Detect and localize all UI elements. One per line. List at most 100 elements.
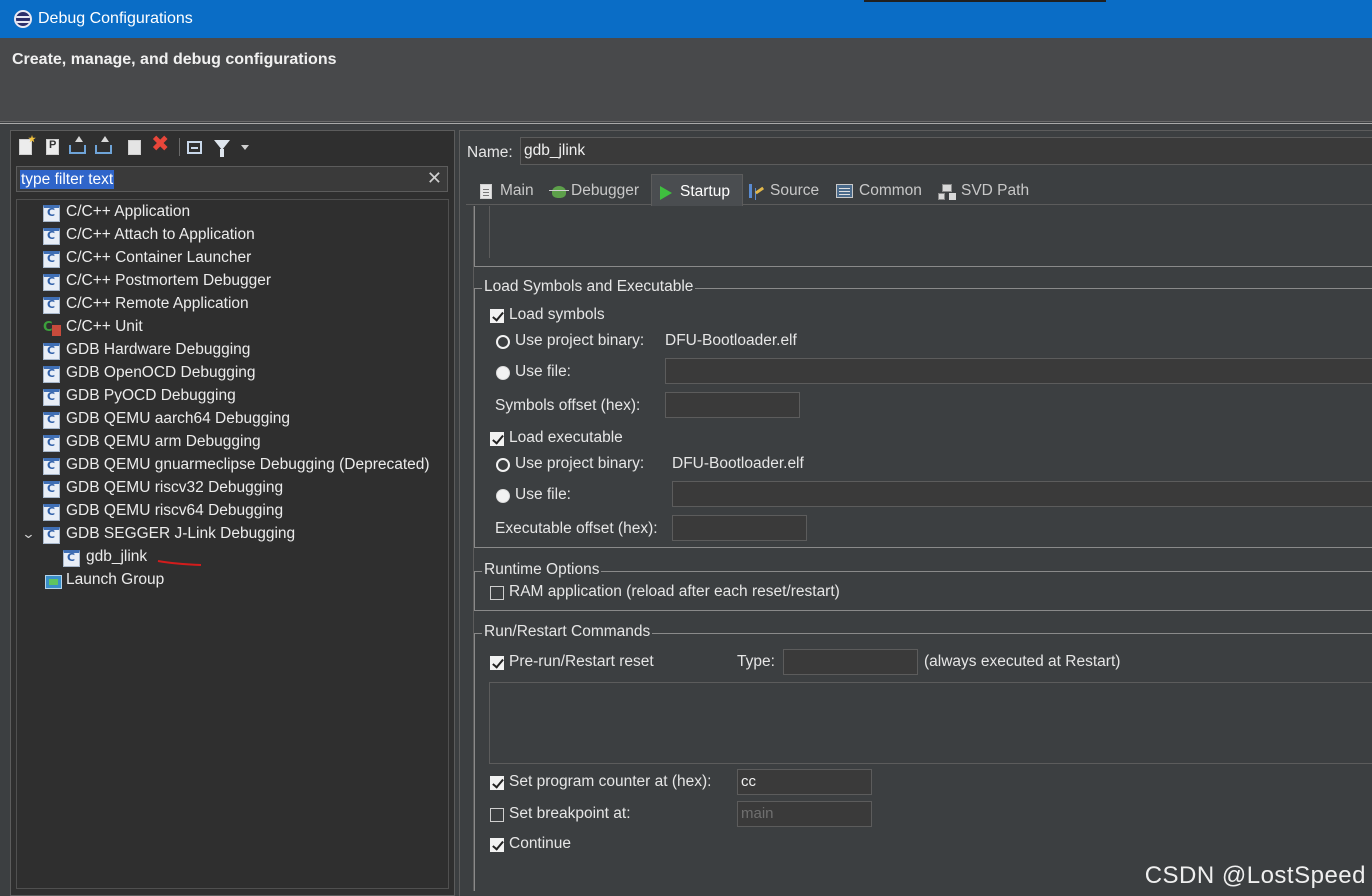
tree-item-label: GDB PyOCD Debugging: [66, 387, 236, 404]
tree-item-label: GDB SEGGER J-Link Debugging: [66, 525, 296, 542]
c-launch-icon: [43, 297, 60, 314]
init-commands-text[interactable]: [489, 206, 1372, 258]
tab-label: SVD Path: [961, 182, 1030, 199]
new-configuration-icon[interactable]: [19, 139, 32, 155]
tree-item-label: GDB QEMU riscv32 Debugging: [66, 479, 284, 496]
field-value: cc: [741, 773, 756, 790]
tree-item[interactable]: GDB QEMU aarch64 Debugging: [17, 409, 447, 432]
bug-icon: [549, 186, 569, 198]
reset-type-note: (always executed at Restart): [924, 653, 1121, 670]
c-unit-icon: C: [43, 320, 61, 337]
c-launch-icon: [43, 527, 60, 544]
toolbar-separator: [179, 138, 180, 156]
set-program-counter-checkbox[interactable]: [490, 776, 504, 790]
tab-main[interactable]: Main: [470, 174, 540, 206]
load-executable-checkbox[interactable]: [490, 432, 504, 446]
tab-label: Main: [500, 182, 534, 199]
breakpoint-field[interactable]: main: [737, 801, 872, 827]
load-symbols-checkbox[interactable]: [490, 309, 504, 323]
tree-item[interactable]: GDB QEMU riscv32 Debugging: [17, 478, 447, 501]
symbols-project-binary-radio[interactable]: [496, 335, 510, 349]
c-launch-icon: [43, 366, 60, 383]
tree-item[interactable]: Launch Group: [17, 570, 447, 593]
svd-icon: [938, 184, 954, 200]
common-icon: [836, 184, 853, 198]
tab-label: Source: [770, 182, 820, 199]
chevron-down-icon[interactable]: ⌄: [21, 526, 35, 542]
tree-item-label: GDB QEMU gnuarmeclipse Debugging (Deprec…: [66, 456, 430, 473]
tab-debugger[interactable]: Debugger: [544, 174, 648, 206]
new-prototype-icon[interactable]: [46, 139, 59, 155]
tree-item-gdb-jlink[interactable]: gdb_jlink: [17, 547, 447, 570]
filter-input[interactable]: type filter text ✕: [16, 166, 448, 192]
tab-common[interactable]: Common: [831, 174, 929, 206]
tree-item[interactable]: C C/C++ Unit: [17, 317, 447, 340]
pre-run-reset-checkbox[interactable]: [490, 656, 504, 670]
executable-project-binary-radio[interactable]: [496, 458, 510, 472]
continue-checkbox[interactable]: [490, 838, 504, 852]
set-breakpoint-checkbox[interactable]: [490, 808, 504, 822]
tree-item[interactable]: GDB QEMU riscv64 Debugging: [17, 501, 447, 524]
executable-offset-field[interactable]: [672, 515, 807, 541]
c-launch-icon: [43, 228, 60, 245]
executable-file-field[interactable]: [672, 481, 1372, 507]
tree-item[interactable]: GDB PyOCD Debugging: [17, 386, 447, 409]
group-title: Run/Restart Commands: [482, 623, 653, 641]
c-launch-icon: [43, 504, 60, 521]
filter-menu-chevron-down-icon[interactable]: [241, 145, 249, 150]
import-icon[interactable]: [95, 136, 112, 154]
program-counter-field[interactable]: cc: [737, 769, 872, 795]
symbols-offset-field[interactable]: [665, 392, 800, 418]
duplicate-icon[interactable]: [124, 136, 141, 155]
tab-label: Common: [859, 182, 922, 199]
c-launch-icon: [43, 251, 60, 268]
symbols-file-field[interactable]: [665, 358, 1372, 384]
launch-group-icon: [45, 575, 62, 589]
launch-config-panel: ✖ type filter text ✕ C/C++ Application C…: [10, 130, 455, 896]
filter-text: type filter text: [20, 170, 115, 189]
c-launch-icon: [43, 458, 60, 475]
symbols-use-file-radio[interactable]: [496, 366, 510, 380]
ram-application-checkbox[interactable]: [490, 586, 504, 600]
tree-item-label: GDB Hardware Debugging: [66, 341, 251, 358]
tree-item[interactable]: GDB QEMU gnuarmeclipse Debugging (Deprec…: [17, 455, 447, 478]
tree-item[interactable]: GDB OpenOCD Debugging: [17, 363, 447, 386]
filter-icon[interactable]: [214, 140, 230, 157]
tree-item[interactable]: C/C++ Container Launcher: [17, 248, 447, 271]
tree-item-label: Launch Group: [66, 571, 165, 588]
executable-use-file-radio[interactable]: [496, 489, 510, 503]
executable-project-binary-value: DFU-Bootloader.elf: [672, 455, 804, 472]
header-separator: [0, 123, 1372, 124]
tree-item[interactable]: C/C++ Postmortem Debugger: [17, 271, 447, 294]
tree-item[interactable]: GDB QEMU arm Debugging: [17, 432, 447, 455]
tree-item[interactable]: GDB Hardware Debugging: [17, 340, 447, 363]
source-icon: [749, 184, 763, 198]
tree-item-label: GDB OpenOCD Debugging: [66, 364, 256, 381]
tree-item-label: C/C++ Application: [66, 203, 191, 220]
configuration-name-field[interactable]: gdb_jlink: [520, 137, 1372, 165]
collapse-all-icon[interactable]: [187, 141, 202, 154]
tab-source[interactable]: Source: [746, 174, 826, 206]
tab-startup[interactable]: Startup: [651, 174, 743, 206]
symbols-project-binary-value: DFU-Bootloader.elf: [665, 332, 797, 349]
c-launch-icon: [43, 343, 60, 360]
delete-icon[interactable]: ✖: [151, 133, 169, 155]
tree-item[interactable]: C/C++ Application: [17, 202, 447, 225]
symbols-use-file-label: Use file:: [515, 363, 571, 380]
run-icon: [660, 186, 672, 200]
title-bar-divider: [864, 0, 1106, 2]
tree-item[interactable]: C/C++ Remote Application: [17, 294, 447, 317]
tree-item[interactable]: ⌄ GDB SEGGER J-Link Debugging: [17, 524, 447, 547]
tab-bar: Main Debugger Startup Source Common SVD …: [466, 171, 1372, 206]
tree-item[interactable]: C/C++ Attach to Application: [17, 225, 447, 248]
load-executable-label: Load executable: [509, 429, 623, 446]
tab-svd-path[interactable]: SVD Path: [933, 174, 1033, 206]
reset-type-field[interactable]: [783, 649, 918, 675]
run-commands-text[interactable]: [489, 682, 1372, 764]
clear-filter-icon[interactable]: ✕: [427, 168, 442, 189]
export-icon[interactable]: [69, 136, 86, 154]
continue-label: Continue: [509, 835, 572, 852]
c-launch-icon: [63, 550, 80, 567]
tree-item-label: GDB QEMU aarch64 Debugging: [66, 410, 291, 427]
tree-item-label: C/C++ Attach to Application: [66, 226, 255, 243]
